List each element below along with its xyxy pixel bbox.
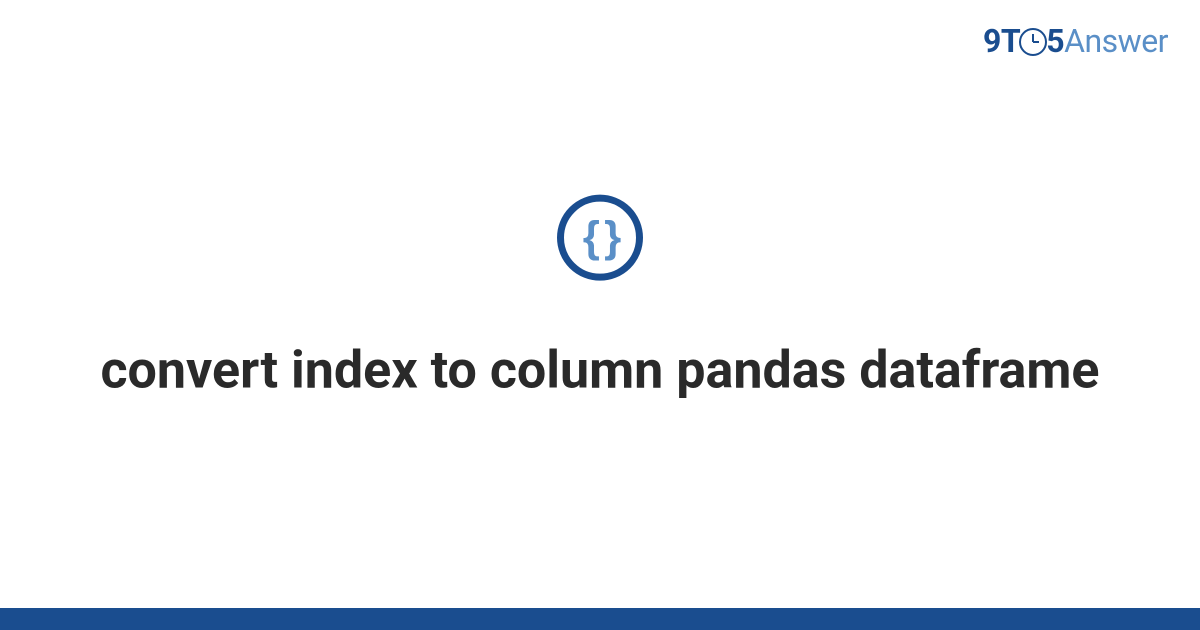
- code-braces-icon: { }: [557, 195, 643, 281]
- main-content: { } convert index to column pandas dataf…: [0, 195, 1200, 402]
- clock-icon: [1019, 28, 1047, 56]
- site-logo: 9T 5Answer: [983, 22, 1168, 60]
- footer-bar: [0, 608, 1200, 630]
- braces-glyph: { }: [583, 213, 617, 263]
- logo-text-answer: Answer: [1064, 22, 1168, 60]
- logo-text-9t: 9T: [983, 22, 1020, 60]
- page-title: convert index to column pandas dataframe: [0, 339, 1200, 402]
- logo-text-5: 5: [1046, 22, 1064, 60]
